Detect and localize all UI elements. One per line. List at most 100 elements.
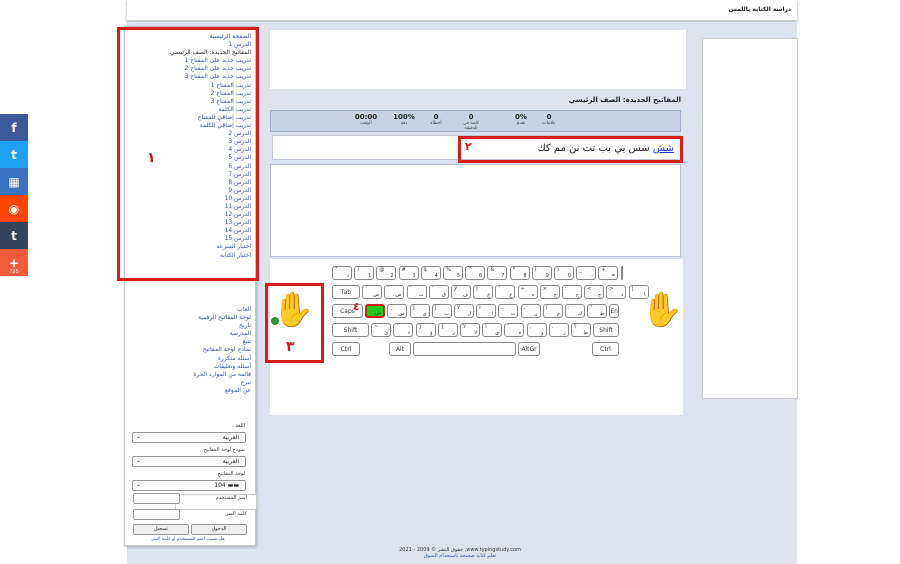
tab-key[interactable]: Tab bbox=[332, 285, 360, 299]
keyboard-key[interactable]: @2 bbox=[376, 266, 397, 280]
keyboard-key[interactable]: ‘ع bbox=[495, 285, 516, 299]
keyboard-key[interactable]: ~ ئ bbox=[371, 323, 392, 337]
key-shift-char: / bbox=[545, 305, 548, 311]
altgr-key-label: AltGr bbox=[521, 346, 537, 353]
keyboard-key[interactable]: أا bbox=[476, 304, 497, 318]
keyboard-key[interactable]: :ك bbox=[565, 304, 585, 318]
altgr-key[interactable]: AltGr bbox=[518, 342, 540, 356]
register-button[interactable]: تسجيل bbox=[133, 524, 189, 535]
language-select[interactable]: ⌄ العربية bbox=[132, 432, 246, 443]
stat-value: 00:00 bbox=[354, 113, 378, 121]
key-shift-char: > bbox=[609, 286, 614, 292]
keyboard-key[interactable]: ْء bbox=[393, 323, 414, 337]
keyboard-key[interactable]: ؛ ح bbox=[562, 285, 582, 299]
keyboard-key[interactable]: ÷ ه bbox=[517, 285, 538, 299]
keyboard-key[interactable]: ّذ bbox=[332, 266, 352, 280]
keyboard-key[interactable]: لأ ل bbox=[454, 304, 474, 318]
sidebar-link[interactable]: لوحة المفاتيح الرقمية bbox=[125, 314, 251, 322]
keyboard-key[interactable]: لآ لا bbox=[460, 323, 480, 337]
footer-link[interactable]: تعلم كتابة صحيحة باستخدام السوق bbox=[310, 553, 610, 559]
keyboard-key[interactable]: " ط bbox=[587, 304, 608, 318]
stat-value: 0% bbox=[515, 113, 527, 121]
enter-key[interactable]: Enter bbox=[609, 304, 619, 318]
keyboard-key[interactable]: × خ bbox=[539, 285, 560, 299]
sidebar-link[interactable]: نماذج لوحة المفاتيح bbox=[125, 346, 251, 354]
ctrl-right-key[interactable]: Ctrl bbox=[592, 342, 619, 356]
keyboard-key[interactable]: > د bbox=[606, 285, 627, 299]
keyboard-key[interactable]: } ؤ bbox=[415, 323, 436, 337]
layout-select[interactable]: ⌄ العربية bbox=[132, 456, 246, 467]
typing-area[interactable] bbox=[270, 164, 681, 257]
forgot-password-link[interactable]: هل نسيت اسم المستخدم أو كلمة السر bbox=[128, 537, 248, 542]
stat-item: 0 أخطاء bbox=[421, 113, 451, 126]
key-char: ؤ bbox=[430, 330, 433, 336]
sidebar-link[interactable]: عن الموقع bbox=[125, 387, 251, 395]
sidebar-link[interactable]: تبرع bbox=[125, 379, 251, 387]
backspace-key[interactable]: Back bbox=[620, 266, 623, 280]
keyboard-key[interactable]: + = bbox=[598, 266, 619, 280]
tumblr-icon[interactable]: t bbox=[0, 222, 28, 249]
keyboard-key[interactable]: َض bbox=[362, 285, 383, 299]
shift-right-key-label: Shift bbox=[599, 327, 613, 334]
keyboard-key[interactable]: ’ ة bbox=[504, 323, 525, 337]
keyboard-key[interactable]: {ر bbox=[437, 323, 458, 337]
alt-key[interactable]: Alt bbox=[389, 342, 411, 356]
keyboard-key[interactable]: #3 bbox=[398, 266, 419, 280]
keyboard-key[interactable]: / م bbox=[542, 304, 563, 318]
tab-key-label: Tab bbox=[340, 289, 352, 296]
keyboard-key[interactable]: ) 0 bbox=[554, 266, 574, 280]
keyboard-key[interactable]: ، ن bbox=[520, 304, 541, 318]
space-bar[interactable] bbox=[413, 342, 516, 356]
keyboard-key[interactable]: ^ 6 bbox=[465, 266, 486, 280]
sidebar-link[interactable]: تتبع bbox=[125, 338, 251, 346]
facebook-icon[interactable]: f bbox=[0, 114, 28, 141]
sidebar-link[interactable]: المدرسة bbox=[125, 330, 251, 338]
keyboard-key[interactable]: إغ bbox=[473, 285, 494, 299]
apps-grid-icon[interactable]: ▦ bbox=[0, 168, 28, 195]
keyboard-key[interactable]: ًص bbox=[384, 285, 405, 299]
key-char: 5 bbox=[456, 273, 460, 279]
keyboard-key[interactable]: .ز bbox=[548, 323, 569, 337]
keyboard-key[interactable]: آى bbox=[482, 323, 503, 337]
ctrl-left-key[interactable]: Ctrl bbox=[332, 342, 360, 356]
keyboard-key[interactable]: & 7 bbox=[487, 266, 508, 280]
keyboard-key[interactable]: ـت bbox=[498, 304, 519, 318]
key-shift-char: لأ bbox=[457, 305, 460, 311]
sidebar-link[interactable]: أسئلة متكررة bbox=[125, 355, 251, 363]
login-button[interactable]: الدخول bbox=[191, 524, 247, 535]
annotation-number-3: ٣ bbox=[286, 339, 295, 355]
twitter-icon[interactable]: t bbox=[0, 141, 28, 168]
keyboard-key[interactable]: لإ ف bbox=[451, 285, 471, 299]
keyboard-select[interactable]: ⌄ 104 ▬▬ bbox=[132, 480, 246, 491]
keyboard-key[interactable]: ٌق bbox=[428, 285, 449, 299]
stat-value: 0 bbox=[468, 113, 474, 121]
shift-right-key[interactable]: Shift bbox=[593, 323, 619, 337]
key-char: ة bbox=[518, 330, 522, 336]
keyboard-key[interactable]: [ب bbox=[431, 304, 452, 318]
keyboard-key[interactable]: ٍس bbox=[387, 304, 408, 318]
keyboard-key[interactable]: ُث bbox=[406, 285, 427, 299]
keyboard-key[interactable]: < ج bbox=[584, 285, 605, 299]
keyboard-key[interactable]: ,و bbox=[526, 323, 547, 337]
reddit-icon[interactable]: ◉ bbox=[0, 195, 28, 222]
sidebar-link[interactable]: تاريخ bbox=[125, 322, 251, 330]
highlighted-key[interactable]: ِش bbox=[365, 304, 386, 318]
keyboard-key[interactable]: (9 bbox=[531, 266, 552, 280]
key-char: 8 bbox=[523, 273, 527, 279]
key-shift-char: @ bbox=[379, 267, 385, 273]
keyboard-key[interactable]: ! 1 bbox=[354, 266, 375, 280]
sidebar-link[interactable]: أسئلة وتعليقات bbox=[125, 363, 251, 371]
sidebar-link[interactable]: قائمة من الموارد الحرة bbox=[125, 371, 251, 379]
ad-sidebar-right bbox=[702, 38, 798, 399]
keyboard-key[interactable]: $4 bbox=[420, 266, 441, 280]
shift-left-key[interactable]: Shift bbox=[332, 323, 369, 337]
keyboard-key[interactable]: _ - bbox=[576, 266, 597, 280]
keyboard-key[interactable]: ] ي bbox=[409, 304, 430, 318]
alt-key-label: Alt bbox=[395, 346, 405, 353]
keyboard-key[interactable]: ؟ ظ bbox=[571, 323, 591, 337]
sidebar-link[interactable]: ألعاب bbox=[125, 306, 251, 314]
share-plus-icon[interactable]: +725 bbox=[0, 249, 28, 276]
site-logo[interactable]: دراسة الكتابة باللمس bbox=[729, 6, 791, 13]
keyboard-key[interactable]: % 5 bbox=[443, 266, 463, 280]
keyboard-key[interactable]: * 8 bbox=[509, 266, 530, 280]
